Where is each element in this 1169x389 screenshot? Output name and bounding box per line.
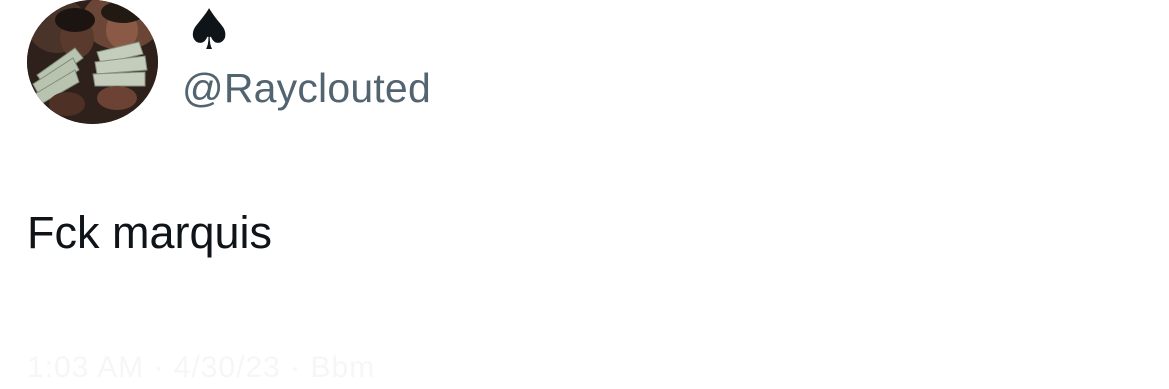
tweet-timestamp: 1:03 AM · 4/30/23 · Bbm xyxy=(27,351,376,384)
tweet-text: Fck marquis xyxy=(27,207,273,258)
display-name[interactable]: ♠ xyxy=(184,0,234,62)
avatar-photo-icon xyxy=(27,0,158,124)
user-handle[interactable]: @Rayclouted xyxy=(182,64,431,112)
tweet-card: ♠ @Rayclouted Fck marquis 1:03 AM · 4/30… xyxy=(0,0,1169,389)
avatar[interactable] xyxy=(27,0,158,124)
